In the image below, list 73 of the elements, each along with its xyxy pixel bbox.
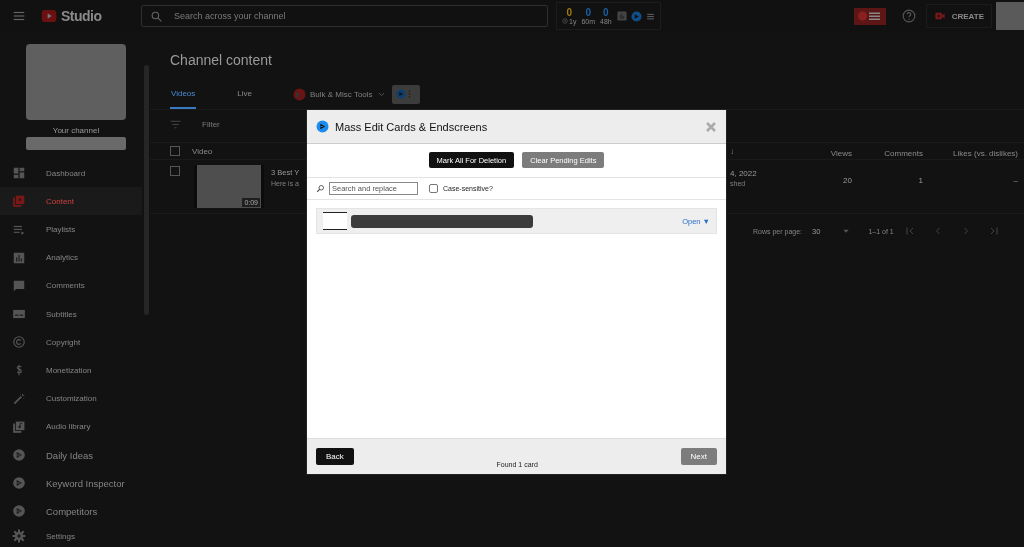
logo-text: Studio xyxy=(61,8,102,24)
play-logo-icon xyxy=(39,8,59,24)
sort-arrow[interactable]: ↓ xyxy=(730,146,812,156)
dropdown-icon xyxy=(842,227,851,235)
settings-icon xyxy=(12,529,26,544)
extension-menu-button[interactable] xyxy=(853,7,886,25)
sidebar-item[interactable]: Monetization xyxy=(0,356,142,385)
copyright-icon xyxy=(12,335,26,350)
menu-icon[interactable] xyxy=(645,11,655,21)
column-header: Video xyxy=(192,146,213,156)
first-page-icon[interactable] xyxy=(903,225,916,237)
likes-value: – xyxy=(1013,176,1018,185)
sidebar-item[interactable]: Daily Ideas xyxy=(0,440,142,470)
stat-value: 0 xyxy=(603,7,609,18)
sidebar-item[interactable]: Dashboard xyxy=(0,159,142,188)
extension-logo-icon xyxy=(12,476,26,491)
account-avatar[interactable] xyxy=(996,2,1024,30)
sidebar-item[interactable]: Copyright xyxy=(0,328,142,357)
menu-icon[interactable] xyxy=(12,9,26,23)
date-text: 4, 2022 xyxy=(730,169,758,178)
comments-count: 1 xyxy=(918,176,923,185)
search-icon xyxy=(316,184,325,193)
comment-icon xyxy=(12,278,26,293)
extension-logo-icon[interactable] xyxy=(630,10,642,22)
filter-field[interactable]: Filter xyxy=(200,119,280,130)
extension-logo-icon xyxy=(316,120,329,133)
sidebar-item[interactable]: Playlists xyxy=(0,215,142,244)
extension-logo-icon xyxy=(12,448,26,463)
channel-label: Your channel xyxy=(51,126,101,136)
page-title: Channel content xyxy=(170,52,273,70)
chart-icon xyxy=(12,250,26,265)
sidebar-item[interactable]: Content xyxy=(0,187,142,216)
tab[interactable]: Videos xyxy=(170,79,197,109)
music-library-icon xyxy=(12,419,26,434)
dialog-title: Mass Edit Cards & Endscreens xyxy=(335,120,488,133)
views-count: 20 xyxy=(843,176,852,185)
extension-logo-icon xyxy=(12,504,26,519)
create-button[interactable]: CREATE xyxy=(925,4,992,28)
column-header: Comments xyxy=(884,149,923,158)
stat-value: 0 xyxy=(585,7,591,18)
chart-icon[interactable] xyxy=(616,11,627,21)
sidebar-item[interactable]: Analytics xyxy=(0,243,142,272)
filter-icon[interactable] xyxy=(169,118,182,131)
extension-logo-icon xyxy=(293,87,306,101)
help-icon[interactable] xyxy=(901,9,916,23)
video-stack-icon xyxy=(12,194,26,209)
channel-avatar[interactable] xyxy=(26,44,126,121)
sidebar-item[interactable]: Customization xyxy=(0,384,142,413)
stat-value: 0 xyxy=(566,7,572,18)
card-thumbnail xyxy=(323,212,347,230)
search-field[interactable]: Search across your channel xyxy=(141,5,548,27)
checkbox[interactable] xyxy=(429,184,438,193)
sidebar-item[interactable]: Settings xyxy=(0,525,142,547)
sidebar-item[interactable]: Keyword Inspector xyxy=(0,469,142,498)
sidebar-item[interactable]: Subtitles xyxy=(0,300,142,329)
tab[interactable]: Live xyxy=(236,79,253,109)
column-header: Likes (vs. dislikes) xyxy=(953,149,1018,158)
search-icon xyxy=(150,10,163,23)
dashboard-icon xyxy=(12,166,26,181)
back-button[interactable]: Back xyxy=(316,448,354,465)
checkbox[interactable] xyxy=(170,146,180,156)
checkbox[interactable] xyxy=(170,166,180,176)
sidebar-item[interactable]: Competitors xyxy=(0,497,142,526)
close-icon[interactable] xyxy=(705,120,717,133)
clock-icon xyxy=(562,18,568,24)
sidebar-item[interactable]: Audio library xyxy=(0,412,142,441)
sidebar-item[interactable]: Comments xyxy=(0,271,142,300)
extension-logo-icon xyxy=(395,89,406,99)
wand-icon xyxy=(12,391,26,406)
tools-menu-button[interactable]: Bulk & Misc Tools xyxy=(293,87,386,101)
extension-button[interactable] xyxy=(391,84,420,104)
camera-icon xyxy=(933,11,946,21)
column-header: Views xyxy=(830,149,852,158)
